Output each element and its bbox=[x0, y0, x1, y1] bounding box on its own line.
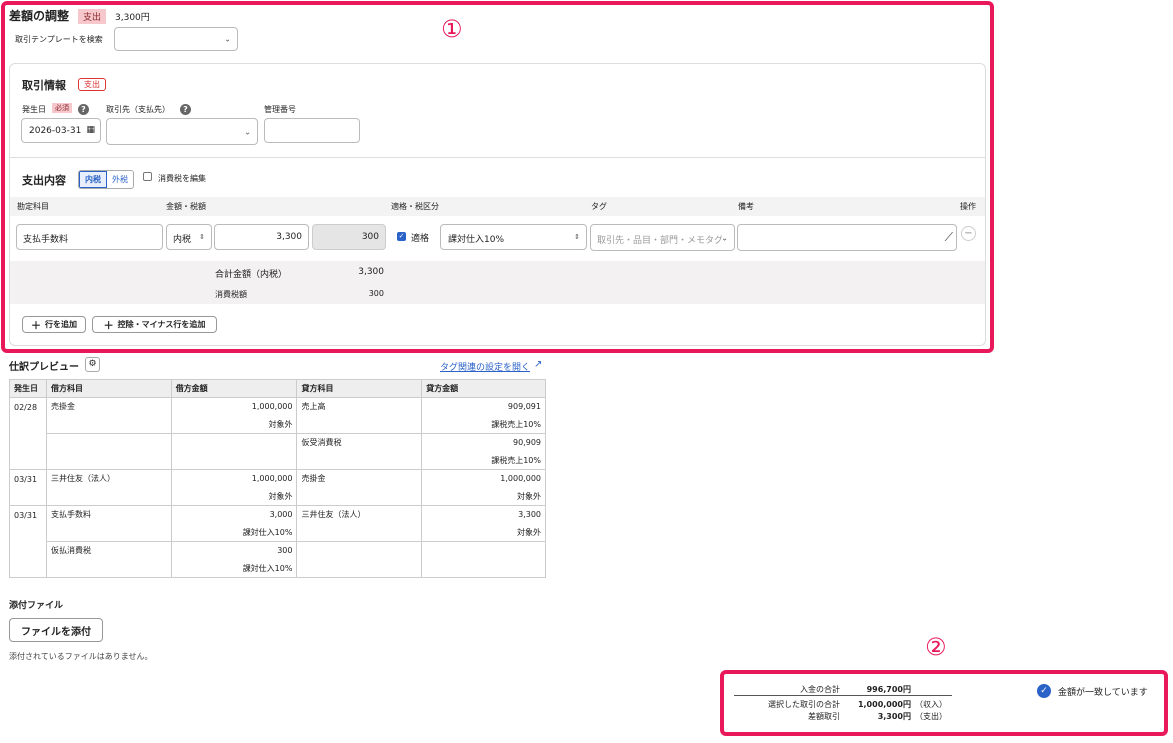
preview-title: 仕訳プレビュー bbox=[9, 362, 79, 373]
cell-debit: 仮払消費税 bbox=[45, 541, 172, 560]
cell-debit-tax: 課対仕入10% bbox=[170, 523, 298, 542]
cell-date: 03/31 bbox=[9, 469, 47, 506]
cell-debit bbox=[45, 433, 172, 452]
attach-file-button[interactable]: ファイルを添付 bbox=[9, 618, 103, 642]
table-row: 03/31 支払手数料 3,000 三井住友（法人） 3,300 bbox=[9, 505, 546, 578]
attach-empty-text: 添付されているファイルはありません。 bbox=[9, 652, 153, 661]
gear-icon[interactable]: ⚙ bbox=[85, 357, 100, 372]
cell-credit: 売上高 bbox=[296, 397, 423, 416]
cell-debit: 三井住友（法人） bbox=[45, 469, 172, 488]
cell-debit: 売掛金 bbox=[45, 397, 172, 416]
table-row: 対象外 対象外 bbox=[9, 487, 546, 506]
cell-debit-amt bbox=[170, 433, 298, 452]
cell-credit bbox=[296, 541, 423, 560]
cell-debit-amt: 1,000,000 bbox=[170, 397, 298, 416]
cell-credit-tax: 対象外 bbox=[421, 523, 546, 542]
col-credit: 貸方科目 bbox=[296, 379, 423, 398]
journal-preview-table: 発生日 借方科目 借方金額 貸方科目 貸方金額 02/28 売掛金 1,000,00… bbox=[9, 379, 546, 578]
table-row: 仮払消費税 300 bbox=[10, 541, 546, 560]
cell-date: 02/28 bbox=[9, 397, 47, 470]
cell-credit: 売掛金 bbox=[296, 469, 423, 488]
cell-credit: 三井住友（法人） bbox=[296, 505, 423, 524]
annotation-box-1 bbox=[1, 1, 994, 353]
external-link-icon[interactable]: ↗ bbox=[534, 359, 542, 370]
cell-debit-tax: 対象外 bbox=[170, 415, 298, 434]
attach-file-label: ファイルを添付 bbox=[21, 626, 91, 638]
cell-debit: 支払手数料 bbox=[45, 505, 172, 524]
table-row: 03/31 三井住友（法人） 1,000,000 売掛金 1,000,000 bbox=[9, 469, 546, 506]
table-row: 課対仕入10% 対象外 bbox=[9, 523, 546, 542]
cell-debit-amt: 3,000 bbox=[170, 505, 298, 524]
cell-credit-tax: 課税売上10% bbox=[421, 415, 546, 434]
annotation-number-2: ② bbox=[925, 633, 947, 661]
table-row: 課対仕入10% bbox=[9, 559, 546, 578]
cell-credit-amt: 1,000,000 bbox=[421, 469, 546, 488]
cell-credit-amt: 909,091 bbox=[421, 397, 546, 416]
col-credit-amt: 貸方金額 bbox=[421, 379, 546, 398]
table-row: 02/28 売掛金 1,000,000 売上高 909,091 bbox=[9, 397, 546, 470]
cell-credit-amt: 3,300 bbox=[421, 505, 546, 524]
cell-debit-tax bbox=[170, 451, 298, 470]
cell-debit-tax: 課対仕入10% bbox=[170, 559, 298, 578]
cell-credit-tax bbox=[421, 559, 546, 578]
cell-credit: 仮受消費税 bbox=[296, 433, 423, 452]
cell-date: 03/31 bbox=[9, 505, 47, 578]
col-date: 発生日 bbox=[9, 379, 47, 398]
cell-debit-tax: 対象外 bbox=[170, 487, 298, 506]
annotation-box-2 bbox=[720, 670, 1168, 736]
col-debit-amt: 借方金額 bbox=[170, 379, 298, 398]
annotation-number-1: ① bbox=[441, 15, 463, 43]
cell-credit-tax: 対象外 bbox=[421, 487, 546, 506]
table-row: 対象外 課税売上10% bbox=[9, 415, 546, 434]
col-debit: 借方科目 bbox=[45, 379, 172, 398]
cell-credit-amt: 90,909 bbox=[421, 433, 546, 452]
table-row: 課税売上10% bbox=[9, 451, 546, 470]
cell-debit-amt: 300 bbox=[170, 541, 298, 560]
attach-title: 添付ファイル bbox=[9, 601, 64, 611]
cell-credit-tax: 課税売上10% bbox=[421, 451, 546, 470]
tag-settings-link[interactable]: タグ関連の設定を開く bbox=[440, 360, 530, 373]
table-row: 仮受消費税 90,909 bbox=[10, 433, 546, 452]
cell-credit-amt bbox=[421, 541, 546, 560]
cell-debit-amt: 1,000,000 bbox=[170, 469, 298, 488]
